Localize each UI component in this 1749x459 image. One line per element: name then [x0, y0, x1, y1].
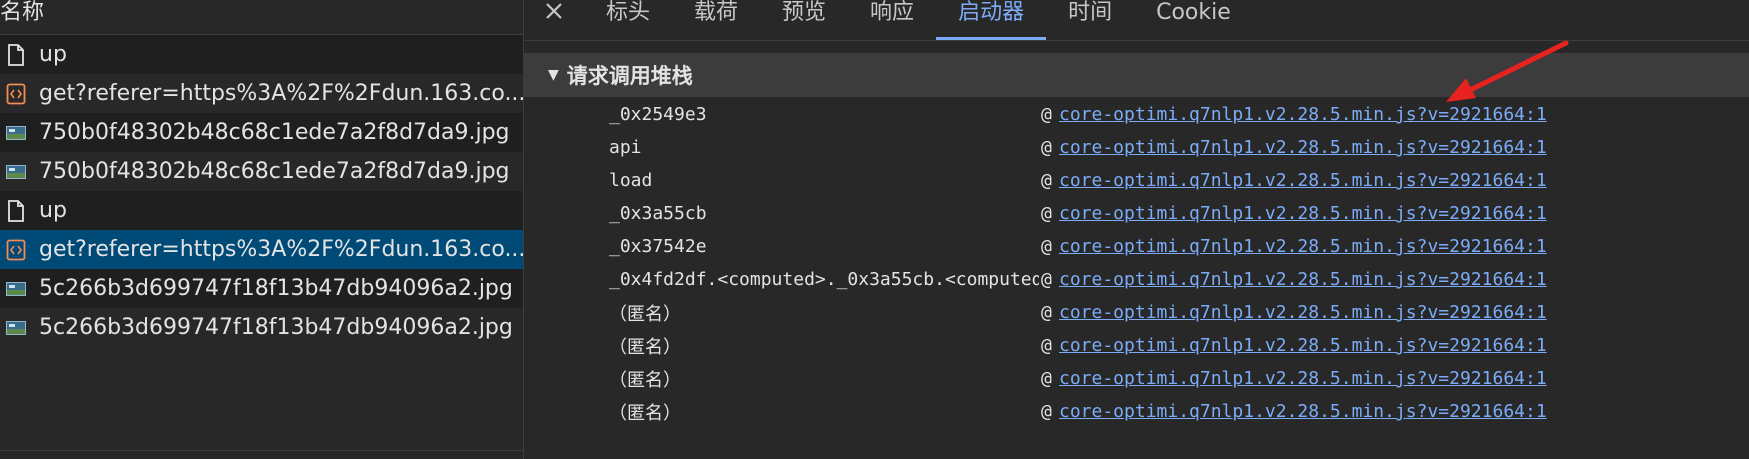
request-row[interactable]: up	[0, 35, 523, 74]
at-symbol: @	[1041, 368, 1052, 389]
image-icon	[5, 160, 27, 184]
at-symbol: @	[1041, 170, 1052, 191]
at-symbol: @	[1041, 335, 1052, 356]
tab-list: 标头 载荷 预览 响应 启动器 时间 Cookie	[584, 0, 1253, 40]
request-name: 750b0f48302b48c68c1ede7a2f8d7da9.jpg	[39, 120, 510, 145]
document-icon	[5, 43, 27, 67]
collapse-triangle-icon[interactable]: ▼	[548, 67, 559, 83]
function-name: （匿名）	[609, 303, 681, 325]
at-symbol: @	[1041, 302, 1052, 323]
request-name: get?referer=https%3A%2F%2Fdun.163.co...	[39, 81, 523, 106]
image-icon	[5, 121, 27, 145]
source-location-link[interactable]: core-optimi.q7nlp1.v2.28.5.min.js?v=2921…	[1059, 203, 1547, 224]
stack-frame-row: _0x37542e @ core-optimi.q7nlp1.v2.28.5.min…	[524, 230, 1749, 263]
at-symbol: @	[1041, 104, 1052, 125]
function-name: （匿名）	[609, 336, 681, 358]
call-stack-list: _0x2549e3 @ core-optimi.q7nlp1.v2.28.5.min…	[524, 98, 1749, 428]
at-symbol: @	[1041, 269, 1052, 290]
close-icon[interactable]	[524, 0, 584, 40]
request-row[interactable]: 750b0f48302b48c68c1ede7a2f8d7da9.jpg	[0, 152, 523, 191]
request-row[interactable]: up	[0, 191, 523, 230]
name-column-header[interactable]: 名称	[0, 0, 523, 35]
request-row[interactable]: get?referer=https%3A%2F%2Fdun.163.co...	[0, 230, 523, 269]
function-name: _0x37542e	[609, 236, 707, 257]
at-symbol: @	[1041, 203, 1052, 224]
at-symbol: @	[1041, 137, 1052, 158]
tab-6[interactable]: 时间	[1046, 0, 1134, 40]
document-icon	[5, 199, 27, 223]
image-icon	[5, 277, 27, 301]
source-location-link[interactable]: core-optimi.q7nlp1.v2.28.5.min.js?v=2921…	[1059, 236, 1547, 257]
request-name: 5c266b3d699747f18f13b47db94096a2.jpg	[39, 276, 513, 301]
request-list-panel: 名称 up get?referer=https%3A%2F%2Fdun.163.c…	[0, 0, 524, 459]
request-row[interactable]: get?referer=https%3A%2F%2Fdun.163.co...	[0, 74, 523, 113]
script-icon	[5, 238, 27, 262]
stack-frame-row: （匿名） @ core-optimi.q7nlp1.v2.28.5.min.js?v…	[524, 362, 1749, 395]
request-name: 5c266b3d699747f18f13b47db94096a2.jpg	[39, 315, 513, 340]
request-row[interactable]: 5c266b3d699747f18f13b47db94096a2.jpg	[0, 308, 523, 347]
script-icon	[5, 82, 27, 106]
source-location-link[interactable]: core-optimi.q7nlp1.v2.28.5.min.js?v=2921…	[1059, 137, 1547, 158]
request-list: up get?referer=https%3A%2F%2Fdun.163.co..…	[0, 35, 523, 347]
function-name: _0x3a55cb	[609, 203, 707, 224]
tab-2[interactable]: 载荷	[672, 0, 760, 40]
function-name: （匿名）	[609, 402, 681, 424]
at-symbol: @	[1041, 236, 1052, 257]
source-location-link[interactable]: core-optimi.q7nlp1.v2.28.5.min.js?v=2921…	[1059, 269, 1547, 290]
function-name: _0x2549e3	[609, 104, 707, 125]
stack-frame-row: （匿名） @ core-optimi.q7nlp1.v2.28.5.min.js?v…	[524, 395, 1749, 428]
tab-5[interactable]: 启动器	[936, 0, 1047, 40]
tab-7[interactable]: Cookie	[1134, 0, 1253, 40]
function-name: load	[609, 170, 653, 191]
stack-frame-row: api @ core-optimi.q7nlp1.v2.28.5.min.js?v=…	[524, 131, 1749, 164]
stack-frame-row: （匿名） @ core-optimi.q7nlp1.v2.28.5.min.js?v…	[524, 329, 1749, 362]
request-name: get?referer=https%3A%2F%2Fdun.163.co...	[39, 237, 523, 262]
source-location-link[interactable]: core-optimi.q7nlp1.v2.28.5.min.js?v=2921…	[1059, 401, 1547, 422]
stack-frame-row: load @ core-optimi.q7nlp1.v2.28.5.min.js?v…	[524, 164, 1749, 197]
tab-3[interactable]: 预览	[760, 0, 848, 40]
at-symbol: @	[1041, 401, 1052, 422]
source-location-link[interactable]: core-optimi.q7nlp1.v2.28.5.min.js?v=2921…	[1059, 170, 1547, 191]
request-list-footer	[0, 450, 523, 459]
section-title: 请求调用堆栈	[566, 64, 693, 88]
function-name: （匿名）	[609, 369, 681, 391]
detail-tab-bar: 标头 载荷 预览 响应 启动器 时间 Cookie	[524, 0, 1749, 41]
image-icon	[5, 316, 27, 340]
source-location-link[interactable]: core-optimi.q7nlp1.v2.28.5.min.js?v=2921…	[1059, 335, 1547, 356]
tab-1[interactable]: 标头	[584, 0, 672, 40]
request-name: up	[39, 198, 67, 223]
stack-frame-row: _0x3a55cb @ core-optimi.q7nlp1.v2.28.5.min…	[524, 197, 1749, 230]
request-row[interactable]: 5c266b3d699747f18f13b47db94096a2.jpg	[0, 269, 523, 308]
stack-frame-row: （匿名） @ core-optimi.q7nlp1.v2.28.5.min.js?v…	[524, 296, 1749, 329]
request-name: up	[39, 42, 67, 67]
function-name: _0x4fd2df.<computed>._0x3a55cb.<computed…	[609, 269, 1039, 290]
tab-4[interactable]: 响应	[848, 0, 936, 40]
source-location-link[interactable]: core-optimi.q7nlp1.v2.28.5.min.js?v=2921…	[1059, 368, 1547, 389]
source-location-link[interactable]: core-optimi.q7nlp1.v2.28.5.min.js?v=2921…	[1059, 302, 1547, 323]
request-name: 750b0f48302b48c68c1ede7a2f8d7da9.jpg	[39, 159, 510, 184]
annotation-arrow-icon	[1446, 40, 1569, 102]
request-row[interactable]: 750b0f48302b48c68c1ede7a2f8d7da9.jpg	[0, 113, 523, 152]
stack-frame-row: _0x4fd2df.<computed>._0x3a55cb.<computed…	[524, 263, 1749, 296]
function-name: api	[609, 137, 642, 158]
